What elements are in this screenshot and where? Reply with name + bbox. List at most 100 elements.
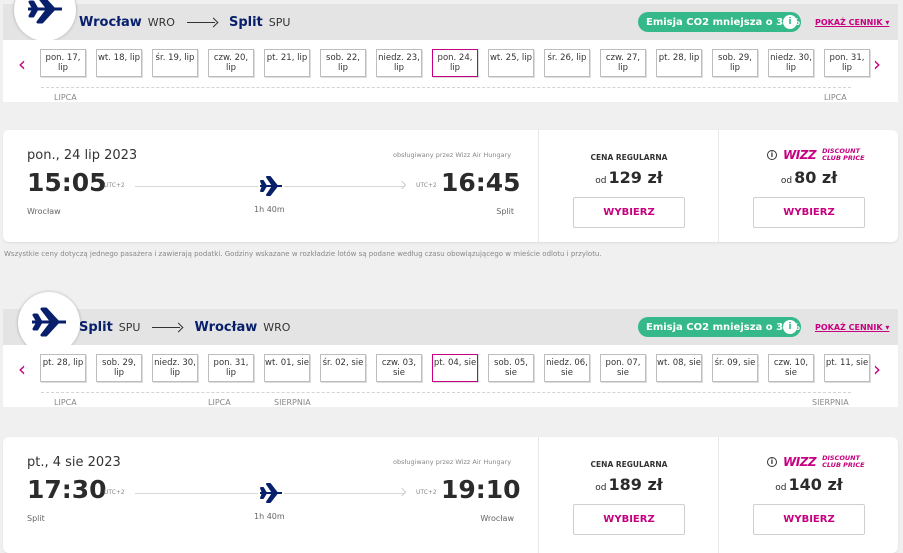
month-label: LIPCA	[51, 398, 80, 407]
date-tile[interactable]: wt. 18, lip	[96, 49, 142, 77]
month-label: SIERPNIA	[809, 398, 852, 407]
arrival-time: 16:45	[441, 168, 521, 197]
date-tile[interactable]: czw. 20, lip	[208, 49, 254, 77]
date-tile[interactable]: sob. 29, lip	[712, 49, 758, 77]
select-club-button[interactable]: WYBIERZ	[753, 504, 865, 535]
wizz-logo: WIZZ	[783, 455, 817, 469]
regular-price: od 189 zł	[539, 475, 719, 494]
route-arrow-icon	[152, 323, 182, 333]
regular-price: od 129 zł	[539, 168, 719, 187]
date-tile[interactable]: sob. 22, lip	[320, 49, 366, 77]
date-tile[interactable]: śr. 26, lip	[544, 49, 590, 77]
chevron-right-icon[interactable]: ›	[873, 54, 881, 74]
date-tile[interactable]: śr. 02, sie	[320, 354, 366, 382]
date-strip: ‹ pt. 28, lip sob. 29, lip niedz. 30, lip p…	[3, 345, 898, 407]
departure-utc: UTC+2	[104, 489, 125, 496]
arrival-city: Split	[496, 207, 514, 216]
club-price-value: 140 zł	[788, 475, 843, 494]
show-prices-label: POKAŻ CENNIK	[815, 18, 883, 27]
discount-club-logo: i WIZZ DISCOUNT CLUB PRICE	[767, 454, 865, 470]
date-tile[interactable]: pon. 24, lip	[432, 49, 478, 77]
info-icon[interactable]: i	[783, 15, 797, 29]
arrival-utc: UTC+2	[416, 489, 437, 496]
destination-city: Split	[228, 15, 263, 30]
info-icon[interactable]: i	[767, 150, 777, 160]
date-tile[interactable]: pt. 21, lip	[264, 49, 310, 77]
operator-text: obsługiwany przez Wizz Air Hungary	[393, 458, 512, 466]
regular-price-column: CENA REGULARNA od 129 zł WYBIERZ	[538, 130, 718, 242]
outbound-section: Wrocław WRO Split SPU Emisja CO2 mniejsz…	[3, 0, 898, 250]
club-price-column: i WIZZ DISCOUNT CLUB PRICE od 80 zł WYBIER…	[718, 130, 898, 242]
club-label: DISCOUNT CLUB PRICE	[822, 454, 865, 469]
destination-code: WRO	[263, 321, 291, 334]
plane-icon	[258, 175, 284, 197]
flight-card[interactable]: pon., 24 lip 2023 obsługiwany przez Wizz…	[3, 130, 898, 242]
select-regular-button[interactable]: WYBIERZ	[573, 197, 685, 228]
date-tile[interactable]: wt. 08, sie	[656, 354, 702, 382]
arrival-time: 19:10	[441, 475, 521, 504]
show-prices-label: POKAŻ CENNIK	[815, 323, 883, 332]
return-section: Split SPU Wrocław WRO Emisja CO2 mniejsz…	[3, 290, 898, 553]
date-tile[interactable]: czw. 27, lip	[600, 49, 646, 77]
chevron-right-icon	[397, 487, 407, 497]
flight-date: pon., 24 lip 2023	[27, 148, 138, 163]
regular-price-title: CENA REGULARNA	[590, 460, 668, 469]
date-tile[interactable]: pt. 28, lip	[656, 49, 702, 77]
date-tile[interactable]: pt. 11, sie	[824, 354, 870, 382]
month-divider	[41, 392, 851, 393]
disclaimer: Wszystkie ceny dotyczą jednego pasażera …	[4, 250, 602, 258]
date-tile[interactable]: niedz. 06, sie	[544, 354, 590, 382]
show-prices-link[interactable]: POKAŻ CENNIK ▾	[815, 323, 889, 332]
date-tile[interactable]: niedz. 30, lip	[768, 49, 814, 77]
date-tile[interactable]: wt. 25, lip	[488, 49, 534, 77]
club-price-column: i WIZZ DISCOUNT CLUB PRICE od 140 zł WYBIE…	[718, 437, 898, 553]
origin-code: WRO	[147, 16, 175, 29]
origin-city: Wrocław	[79, 15, 142, 30]
co2-badge: Emisja CO2 mniejsza o 33% i	[638, 12, 801, 32]
date-tile[interactable]: sob. 05, sie	[488, 354, 534, 382]
month-label: LIPCA	[51, 93, 80, 102]
regular-price-column: CENA REGULARNA od 189 zł WYBIERZ	[538, 437, 718, 553]
price-prefix: od	[775, 483, 787, 493]
club-price-value: 80 zł	[794, 168, 838, 187]
date-strip: ‹ pon. 17, lip wt. 18, lip śr. 19, lip czw.…	[3, 40, 898, 102]
chevron-left-icon[interactable]: ‹	[18, 54, 26, 74]
regular-price-title: CENA REGULARNA	[590, 153, 668, 162]
plane-icon	[28, 0, 62, 24]
date-tile[interactable]: czw. 10, sie	[768, 354, 814, 382]
co2-text: Emisja CO2 mniejsza o 33%	[646, 321, 801, 333]
date-tile[interactable]: śr. 09, sie	[712, 354, 758, 382]
date-tile[interactable]: niedz. 30, lip	[152, 354, 198, 382]
price-prefix: od	[595, 483, 607, 493]
date-tile[interactable]: śr. 19, lip	[152, 49, 198, 77]
month-label: SIERPNIA	[271, 398, 314, 407]
flight-card[interactable]: pt., 4 sie 2023 obsługiwany przez Wizz A…	[3, 437, 898, 553]
arrival-utc: UTC+2	[416, 182, 437, 189]
date-tile[interactable]: niedz. 23, lip	[376, 49, 422, 77]
flight-duration: 1h 40m	[254, 205, 285, 214]
info-icon[interactable]: i	[767, 457, 777, 467]
show-prices-link[interactable]: POKAŻ CENNIK ▾	[815, 18, 889, 27]
date-tile[interactable]: pon. 07, sie	[600, 354, 646, 382]
date-tile[interactable]: pt. 28, lip	[40, 354, 86, 382]
date-tile[interactable]: pon. 31, lip	[824, 49, 870, 77]
select-regular-button[interactable]: WYBIERZ	[573, 504, 685, 535]
date-tile[interactable]: pon. 31, lip	[208, 354, 254, 382]
chevron-left-icon[interactable]: ‹	[18, 359, 26, 379]
price-prefix: od	[780, 176, 793, 186]
regular-price-value: 129 zł	[608, 168, 663, 187]
info-icon[interactable]: i	[783, 320, 797, 334]
date-tile[interactable]: pt. 04, sie	[432, 354, 478, 382]
date-tile[interactable]: wt. 01, sie	[264, 354, 310, 382]
date-tile[interactable]: sob. 29, lip	[96, 354, 142, 382]
date-tile[interactable]: pon. 17, lip	[40, 49, 86, 77]
origin-city: Split	[79, 320, 113, 335]
club-price: od 140 zł	[719, 475, 899, 494]
flight-duration: 1h 40m	[254, 512, 285, 521]
origin-code: SPU	[118, 321, 141, 334]
select-club-button[interactable]: WYBIERZ	[753, 197, 865, 228]
chevron-right-icon[interactable]: ›	[873, 359, 881, 379]
departure-city: Split	[27, 514, 45, 523]
operator-text: obsługiwany przez Wizz Air Hungary	[393, 151, 512, 159]
date-tile[interactable]: czw. 03, sie	[376, 354, 422, 382]
